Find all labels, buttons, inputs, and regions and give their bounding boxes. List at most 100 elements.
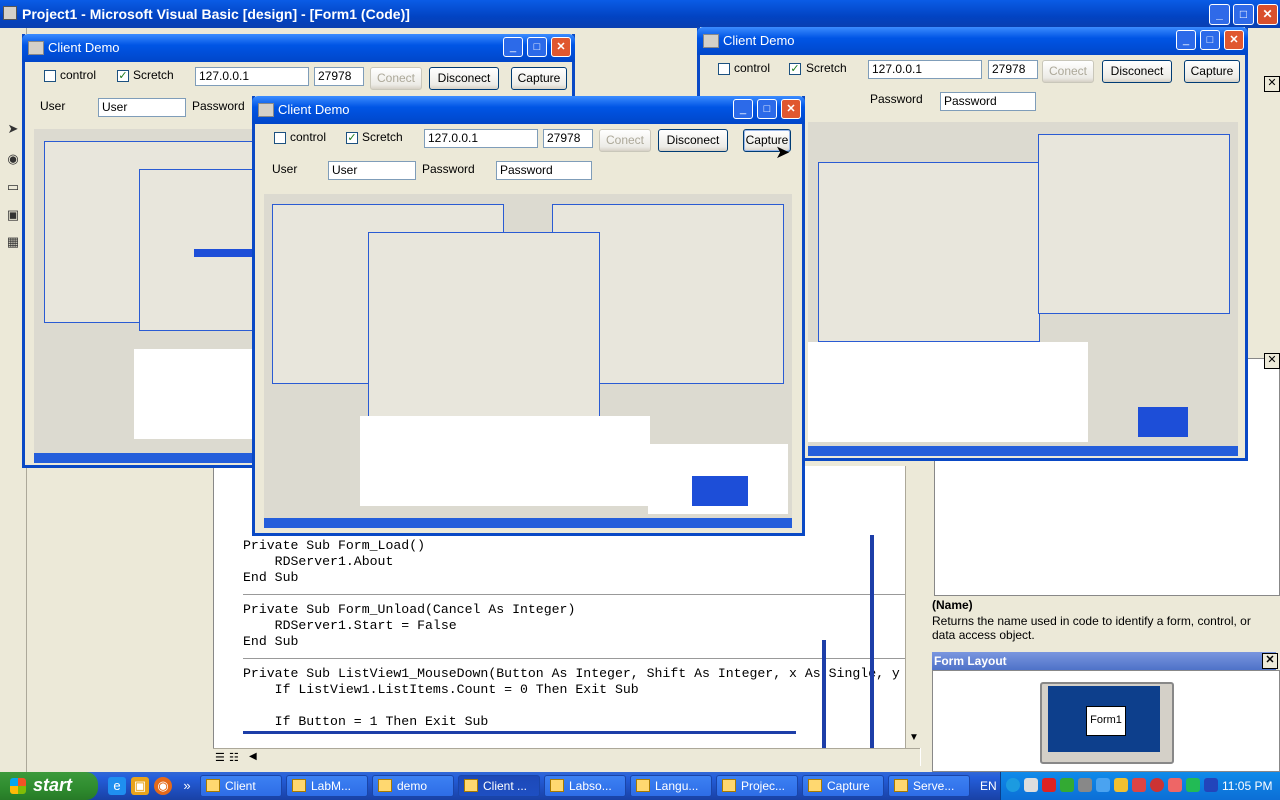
window-title-bar[interactable]: Client Demo _ □ ✕: [697, 27, 1248, 55]
frame-tool-icon[interactable]: ▭: [4, 178, 22, 196]
user-input[interactable]: User: [328, 161, 416, 180]
scroll-down-icon[interactable]: ▼: [909, 732, 919, 743]
property-description-text: Returns the name used in code to identif…: [932, 614, 1251, 642]
language-indicator[interactable]: EN: [980, 779, 997, 793]
control-checkbox[interactable]: [718, 63, 730, 75]
conect-button[interactable]: Conect: [599, 129, 651, 152]
user-input[interactable]: User: [98, 98, 186, 117]
vertical-scrollbar[interactable]: ▼: [905, 466, 922, 748]
app-icon: [636, 779, 650, 792]
close-icon[interactable]: ✕: [1257, 4, 1278, 25]
minimize-icon[interactable]: _: [1209, 4, 1230, 25]
panel-close-icon[interactable]: ✕: [1264, 76, 1280, 92]
tray-security-icon[interactable]: [1042, 778, 1056, 792]
internet-explorer-icon[interactable]: e: [108, 777, 126, 795]
artifact-bar: [822, 640, 826, 748]
control-checkbox[interactable]: [44, 70, 56, 82]
windows-logo-icon: [10, 778, 26, 794]
control-checkbox[interactable]: [274, 132, 286, 144]
command-tool-icon[interactable]: ▣: [4, 206, 22, 224]
ide-title-bar[interactable]: Project1 - Microsoft Visual Basic [desig…: [0, 0, 1280, 28]
clock[interactable]: 11:05 PM: [1222, 779, 1272, 793]
picture-tool-icon[interactable]: ◉: [4, 150, 22, 168]
conect-button[interactable]: Conect: [370, 67, 422, 90]
tray-antivirus-icon[interactable]: [1132, 778, 1146, 792]
form-layout-close-icon[interactable]: ✕: [1262, 653, 1278, 669]
minimize-icon[interactable]: _: [733, 99, 753, 119]
tray-messenger-icon[interactable]: [1096, 778, 1110, 792]
tray-update-icon[interactable]: [1150, 778, 1164, 792]
task-serve[interactable]: Serve...: [888, 775, 970, 797]
close-icon[interactable]: ✕: [551, 37, 571, 57]
ip-input[interactable]: 127.0.0.1: [424, 129, 538, 148]
password-input[interactable]: Password: [496, 161, 592, 180]
code-text[interactable]: Private Sub Form_Load() RDServer1.About E…: [243, 538, 900, 730]
port-input[interactable]: 27978: [988, 60, 1038, 79]
scretch-checkbox[interactable]: ✓: [789, 63, 801, 75]
capture-button[interactable]: Capture: [511, 67, 567, 90]
control-label: control: [734, 61, 771, 75]
panel-close-icon[interactable]: ✕: [1264, 353, 1280, 369]
maximize-icon[interactable]: □: [527, 37, 547, 57]
task-langu[interactable]: Langu...: [630, 775, 712, 797]
window-title-bar[interactable]: Client Demo _ □ ✕: [22, 34, 575, 62]
task-client-1[interactable]: Client: [200, 775, 282, 797]
tray-alert-icon[interactable]: [1168, 778, 1182, 792]
tray-display-icon[interactable]: [1204, 778, 1218, 792]
disconect-button[interactable]: Disconect: [429, 67, 499, 90]
selection-bar: [243, 731, 796, 734]
scretch-label: Scretch: [362, 130, 403, 144]
view-procedure-icon[interactable]: ☰: [215, 751, 225, 764]
media-icon[interactable]: ▣: [131, 777, 149, 795]
minimize-icon[interactable]: _: [503, 37, 523, 57]
close-icon[interactable]: ✕: [781, 99, 801, 119]
tray-play-icon[interactable]: [1060, 778, 1074, 792]
maximize-icon[interactable]: □: [1233, 4, 1254, 25]
ip-input[interactable]: 127.0.0.1: [868, 60, 982, 79]
ide-title: Project1 - Microsoft Visual Basic [desig…: [22, 6, 410, 22]
task-labso[interactable]: Labso...: [544, 775, 626, 797]
task-client-2[interactable]: Client ...: [458, 775, 540, 797]
password-input[interactable]: Password: [940, 92, 1036, 111]
task-labm[interactable]: LabM...: [286, 775, 368, 797]
close-icon[interactable]: ✕: [1224, 30, 1244, 50]
form-preview[interactable]: Form1: [1086, 706, 1126, 736]
minimize-icon[interactable]: _: [1176, 30, 1196, 50]
conect-button[interactable]: Conect: [1042, 60, 1094, 83]
window-icon: [28, 41, 44, 55]
password-label: Password: [870, 92, 923, 106]
disconect-button[interactable]: Disconect: [658, 129, 728, 152]
tray-volume-icon[interactable]: [1114, 778, 1128, 792]
task-projec[interactable]: Projec...: [716, 775, 798, 797]
form-layout-header: Form Layout ✕: [932, 652, 1278, 670]
port-input[interactable]: 27978: [543, 129, 593, 148]
firefox-icon[interactable]: ◉: [154, 777, 172, 795]
password-label: Password: [422, 162, 475, 176]
view-module-icon[interactable]: ☷: [229, 751, 239, 764]
vb-app-icon: [3, 6, 17, 20]
artifact-bar: [870, 535, 874, 748]
start-button[interactable]: start: [0, 772, 98, 800]
horizontal-scrollbar[interactable]: ☰ ☷ ◀: [213, 748, 920, 767]
scretch-checkbox[interactable]: ✓: [346, 132, 358, 144]
tray-arrow-icon[interactable]: [1006, 778, 1020, 792]
ip-input[interactable]: 127.0.0.1: [195, 67, 309, 86]
task-capture[interactable]: Capture: [802, 775, 884, 797]
scretch-checkbox[interactable]: ✓: [117, 70, 129, 82]
disconect-button[interactable]: Disconect: [1102, 60, 1172, 83]
pointer-tool-icon[interactable]: ➤: [4, 120, 22, 138]
port-input[interactable]: 27978: [314, 67, 364, 86]
task-demo[interactable]: demo: [372, 775, 454, 797]
scretch-label: Scretch: [806, 61, 847, 75]
more-quicklaunch-icon[interactable]: »: [178, 777, 196, 795]
app-icon: [292, 779, 306, 792]
scroll-left-icon[interactable]: ◀: [249, 751, 257, 762]
tray-sync-icon[interactable]: [1186, 778, 1200, 792]
tray-shield-icon[interactable]: [1024, 778, 1038, 792]
window-title-bar[interactable]: Client Demo _ □ ✕: [252, 96, 805, 124]
capture-button[interactable]: Capture: [1184, 60, 1240, 83]
maximize-icon[interactable]: □: [757, 99, 777, 119]
tray-network-icon[interactable]: [1078, 778, 1092, 792]
maximize-icon[interactable]: □: [1200, 30, 1220, 50]
grid-tool-icon[interactable]: ▦: [4, 233, 22, 251]
